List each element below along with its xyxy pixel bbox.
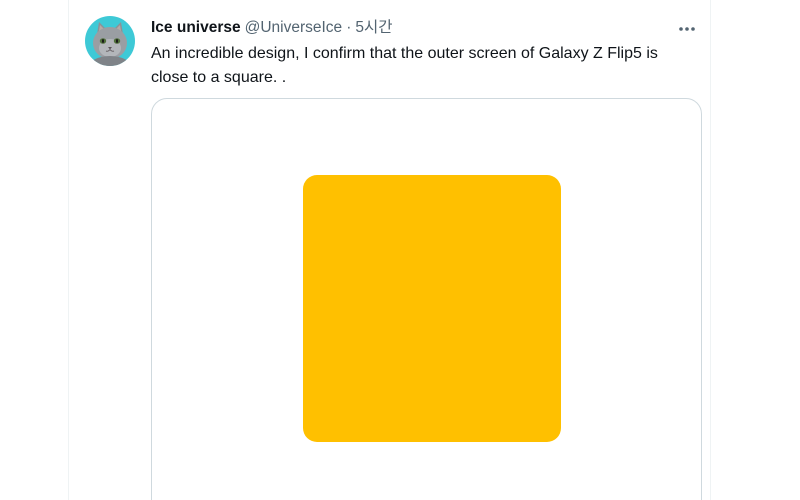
tweet-card[interactable]: Ice universe @UniverseIce · 5시간 An incre… bbox=[68, 0, 711, 500]
more-options-button[interactable] bbox=[674, 18, 700, 40]
avatar[interactable] bbox=[85, 16, 135, 66]
cat-avatar-icon bbox=[85, 16, 135, 66]
author-handle[interactable]: @UniverseIce bbox=[245, 17, 343, 39]
tweet-header: Ice universe @UniverseIce · 5시간 bbox=[151, 17, 393, 39]
page: Ice universe @UniverseIce · 5시간 An incre… bbox=[0, 0, 800, 500]
more-dots-icon bbox=[679, 27, 695, 31]
header-separator: · bbox=[346, 19, 352, 36]
yellow-square-image bbox=[303, 175, 561, 442]
tweet-text: An incredible design, I confirm that the… bbox=[151, 45, 658, 86]
tweet-media-card[interactable] bbox=[151, 98, 702, 500]
tweet-timestamp[interactable]: 5시간 bbox=[355, 17, 392, 39]
author-display-name[interactable]: Ice universe bbox=[151, 17, 241, 39]
